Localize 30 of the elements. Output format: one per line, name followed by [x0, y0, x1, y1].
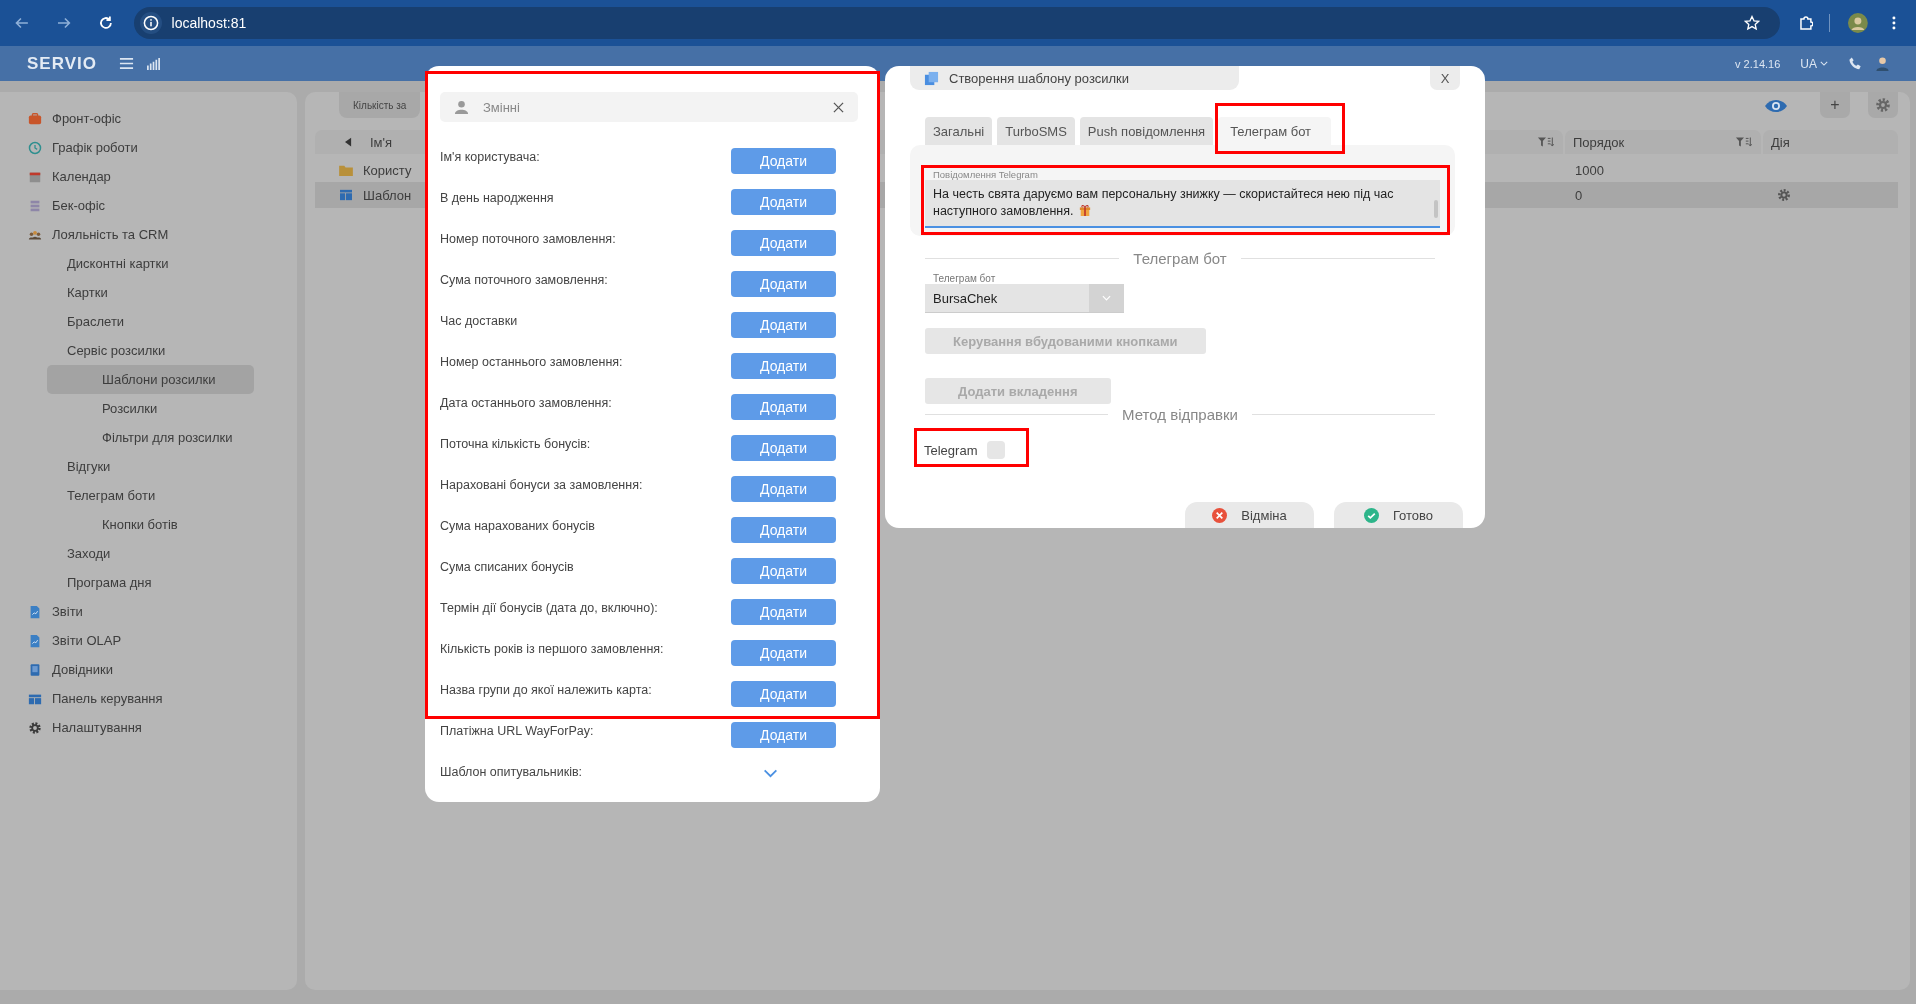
- version-text: v 2.14.16: [1735, 57, 1781, 70]
- variable-label: Шаблон опитувальників:: [440, 764, 583, 779]
- app-logo: SERVIO: [27, 53, 97, 74]
- section-title: Метод відправки: [1122, 406, 1238, 423]
- table-cell: Користу: [363, 162, 412, 178]
- url-text: localhost:81: [171, 15, 248, 31]
- variable-label: Ім'я користувача:: [440, 149, 540, 164]
- variable-label: Номер останнього замовлення:: [440, 354, 623, 369]
- variable-label: Час доставки: [440, 313, 518, 328]
- variable-label: В день народження: [440, 190, 554, 205]
- table-cell: 1000: [1575, 162, 1604, 178]
- variable-label: Номер поточного замовлення:: [440, 231, 616, 246]
- variable-label: Платіжна URL WayForPay:: [440, 723, 594, 738]
- variable-label: Дата останнього замовлення:: [440, 395, 612, 410]
- dialog-title: Створення шаблону розсилки: [949, 70, 1129, 86]
- checkbox-label: Telegram: [924, 442, 978, 458]
- variable-label: Кількість років із першого замовлення:: [440, 641, 664, 656]
- variable-label: Сума нарахованих бонусів: [440, 518, 595, 533]
- variable-label: Нараховані бонуси за замовлення:: [440, 477, 643, 492]
- variable-label: Сума поточного замовлення:: [440, 272, 608, 287]
- table-cell: 0: [1575, 187, 1583, 203]
- section-title: Телеграм бот: [1133, 250, 1227, 267]
- field-label: Повідомлення Telegram: [932, 169, 1039, 180]
- table-cell: Шаблон: [363, 187, 412, 203]
- variable-label: Назва групи до якої належить карта:: [440, 682, 652, 697]
- variable-label: Поточна кількість бонусів:: [440, 436, 591, 451]
- dialog-title: Змінні: [483, 99, 520, 115]
- variable-label: Термін дії бонусів (дата до, включно):: [440, 600, 658, 615]
- variable-label: Сума списаних бонусів: [440, 559, 574, 574]
- field-label: Телеграм бот: [933, 273, 997, 284]
